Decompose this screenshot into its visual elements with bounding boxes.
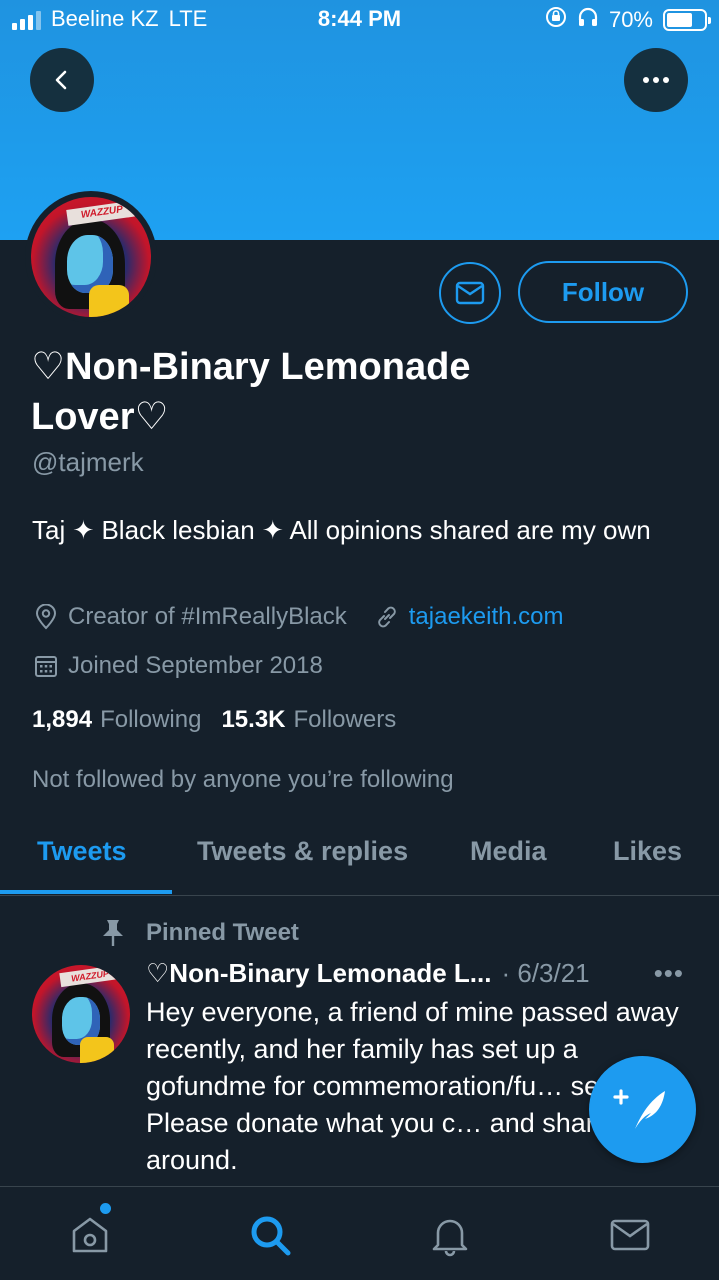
profile-handle: @tajmerk: [32, 447, 144, 477]
status-bar: Beeline KZ LTE 8:44 PM 70%: [0, 0, 719, 40]
search-icon: [251, 1216, 291, 1256]
followers-count: 15.3K: [221, 706, 286, 733]
followers-label: Followers: [293, 706, 397, 733]
headphones-icon: [577, 6, 599, 34]
compose-tweet-button[interactable]: [589, 1056, 696, 1163]
more-horizontal-icon: [643, 77, 669, 83]
location-pin-icon: [32, 603, 60, 631]
profile-location: Creator of #ImReallyBlack: [68, 603, 347, 630]
active-tab-indicator: [0, 890, 172, 894]
home-unread-dot: [100, 1203, 111, 1214]
chevron-left-icon: [55, 70, 67, 90]
home-icon: [72, 1217, 108, 1253]
profile-joined-row: Joined September 2018: [32, 652, 323, 680]
tab-likes[interactable]: Likes: [613, 836, 682, 867]
profile-avatar[interactable]: WAZZUP: [25, 191, 157, 323]
tweet-more-button[interactable]: •••: [654, 958, 684, 989]
following-count: 1,894: [32, 706, 93, 733]
nav-messages-button[interactable]: [606, 1211, 654, 1259]
more-options-button[interactable]: [624, 48, 688, 112]
battery-percent: 70%: [608, 7, 653, 32]
feather-plus-icon: [612, 1088, 665, 1129]
tweet-avatar-badge-text: WAZZUP: [59, 965, 121, 988]
rotation-lock-icon: [545, 6, 567, 34]
profile-website-link[interactable]: tajaekeith.com: [373, 603, 564, 631]
followers-link[interactable]: 15.3K Followers: [221, 706, 396, 734]
follow-counts: 1,894 Following 15.3K Followers: [32, 706, 396, 734]
following-link[interactable]: 1,894 Following: [32, 706, 201, 734]
message-button[interactable]: [439, 262, 501, 324]
profile-meta-row: Creator of #ImReallyBlack tajaekeith.com: [32, 603, 564, 631]
back-button[interactable]: [30, 48, 94, 112]
bottom-tab-bar: [0, 1186, 719, 1280]
nav-notifications-button[interactable]: [426, 1211, 474, 1259]
tweet-header: ♡Non-Binary Lemonade L... · 6/3/21 •••: [146, 958, 696, 989]
profile-bio: Taj ✦ Black lesbian ✦ All opinions share…: [32, 515, 651, 545]
pinned-label: Pinned Tweet: [146, 919, 299, 946]
tab-media[interactable]: Media: [470, 836, 547, 867]
website-text[interactable]: tajaekeith.com: [409, 603, 564, 631]
not-followed-notice: Not followed by anyone you’re following: [32, 766, 454, 793]
nav-search-button[interactable]: [246, 1211, 294, 1259]
pin-icon: [98, 918, 128, 948]
tab-tweets-replies[interactable]: Tweets & replies: [197, 836, 408, 867]
calendar-icon: [32, 652, 60, 680]
link-icon: [373, 603, 401, 631]
tweet-author-name[interactable]: ♡Non-Binary Lemonade L...: [146, 958, 491, 989]
mail-icon: [455, 281, 485, 305]
bell-icon: [432, 1219, 468, 1257]
battery-icon: [663, 9, 711, 31]
mail-icon: [610, 1219, 650, 1251]
profile-joined-date: Joined September 2018: [68, 652, 323, 679]
tweet-author-avatar[interactable]: WAZZUP: [32, 965, 130, 1063]
following-label: Following: [100, 706, 202, 733]
avatar-image: WAZZUP: [31, 197, 151, 317]
follow-button[interactable]: Follow: [518, 261, 688, 323]
profile-display-name: ♡Non-Binary Lemonade Lover♡: [31, 346, 471, 438]
profile-tabs: Tweets Tweets & replies Media Likes: [0, 820, 719, 896]
tab-tweets[interactable]: Tweets: [37, 836, 127, 867]
tweet-date: · 6/3/21: [501, 958, 590, 988]
pinned-indicator: Pinned Tweet: [98, 918, 299, 948]
nav-home-button[interactable]: [66, 1211, 114, 1259]
